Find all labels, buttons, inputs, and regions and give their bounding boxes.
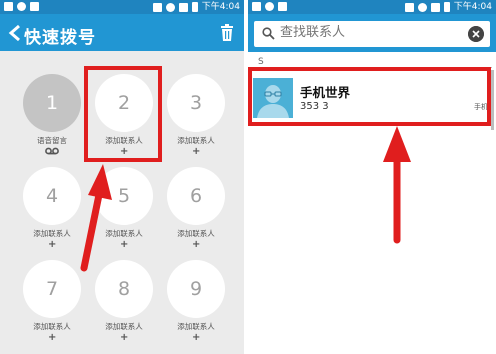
search-input[interactable]	[280, 25, 460, 40]
slot-label: 添加联系人	[177, 322, 215, 331]
vibrate-icon	[152, 2, 162, 12]
status-bar: 下午4:04	[248, 0, 496, 14]
slot-circle: 1	[23, 74, 81, 132]
page-title: 快速拨号	[24, 28, 96, 48]
signal-icon	[430, 2, 440, 12]
arrow-annotation	[80, 164, 112, 272]
slot-number: 1	[45, 92, 59, 114]
slot-label: 添加联系人	[177, 229, 215, 238]
speed-dial-slot-6[interactable]: 6 添加联系人 +	[161, 167, 231, 255]
slot-number: 4	[45, 185, 59, 207]
slot-label: 语音留言	[37, 136, 67, 145]
email-notification-icon	[278, 2, 287, 11]
plus-icon: +	[120, 239, 129, 250]
voicemail-icon	[45, 147, 59, 155]
app-notification-icon	[265, 2, 274, 11]
slot-label: 添加联系人	[105, 322, 143, 331]
wifi-icon	[165, 2, 175, 12]
plus-icon: +	[192, 146, 201, 157]
slot-label: 添加联系人	[177, 136, 215, 145]
slot-label: 添加联系人	[33, 322, 71, 331]
plus-icon: +	[192, 239, 201, 250]
section-header: S	[258, 57, 264, 67]
plus-icon: +	[48, 239, 57, 250]
highlight-box	[84, 66, 162, 162]
plus-icon: +	[120, 332, 129, 343]
vibrate-icon	[404, 2, 414, 12]
slot-number: 6	[189, 185, 203, 207]
plus-icon: +	[48, 332, 57, 343]
search-bar	[248, 14, 496, 52]
trash-icon[interactable]	[220, 24, 234, 41]
slot-circle: 6	[167, 167, 225, 225]
wifi-icon	[417, 2, 427, 12]
image-notification-icon	[4, 2, 13, 11]
slot-number: 5	[117, 185, 131, 207]
battery-icon	[191, 2, 198, 12]
app-bar: 快速拨号	[0, 14, 244, 51]
battery-icon	[443, 2, 450, 12]
slot-number: 9	[189, 278, 203, 300]
search-icon	[262, 27, 275, 40]
status-time: 下午4:04	[453, 2, 492, 12]
slot-number: 7	[45, 278, 59, 300]
slot-number: 8	[117, 278, 131, 300]
speed-dial-slot-8[interactable]: 8 添加联系人 +	[89, 260, 159, 348]
clear-icon[interactable]	[468, 26, 484, 42]
speed-dial-slot-7[interactable]: 7 添加联系人 +	[17, 260, 87, 348]
search-box[interactable]	[254, 21, 490, 47]
arrow-annotation	[383, 126, 411, 244]
slot-circle: 3	[167, 74, 225, 132]
image-notification-icon	[252, 2, 261, 11]
slot-circle: 9	[167, 260, 225, 318]
app-notification-icon	[17, 2, 26, 11]
speed-dial-slot-9[interactable]: 9 添加联系人 +	[161, 260, 231, 348]
back-icon[interactable]	[8, 25, 22, 41]
slot-number: 3	[189, 92, 203, 114]
status-bar: 下午4:04	[0, 0, 244, 14]
email-notification-icon	[30, 2, 39, 11]
contact-search-screen: 下午4:04 S	[248, 0, 496, 354]
plus-icon: +	[192, 332, 201, 343]
speed-dial-slot-3[interactable]: 3 添加联系人 +	[161, 74, 231, 162]
highlight-box	[248, 67, 491, 126]
speed-dial-slot-1[interactable]: 1 语音留言	[17, 74, 87, 162]
speed-dial-screen: 下午4:04 快速拨号 1 语音留言 2 添加联系人 + 3 添加联系人 + 4…	[0, 0, 244, 354]
status-time: 下午4:04	[201, 2, 240, 12]
signal-icon	[178, 2, 188, 12]
